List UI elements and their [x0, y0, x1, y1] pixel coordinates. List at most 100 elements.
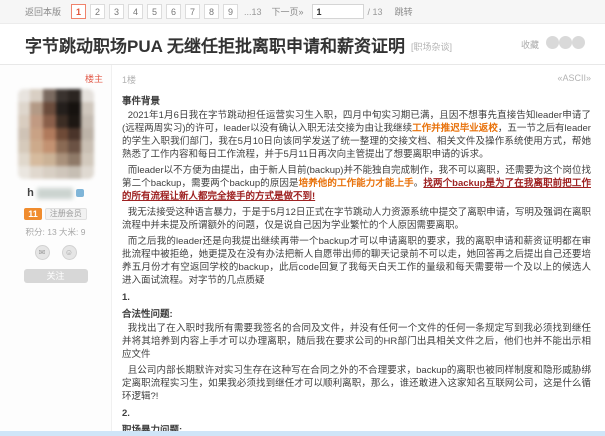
- floor-number: 1楼: [122, 73, 136, 86]
- avatar-pixel: [30, 102, 43, 115]
- avatar-pixel: [18, 128, 31, 141]
- thread-category-tag[interactable]: [职场杂谈]: [411, 40, 452, 53]
- avatar-pixel: [30, 166, 43, 179]
- username-blurred-text: [37, 188, 73, 199]
- avatar-pixel: [18, 115, 31, 128]
- post-heading: 事件背景: [122, 95, 591, 108]
- username-visible-text: h: [27, 187, 34, 199]
- post-paragraph: 我无法接受这种语言暴力，于是于5月12日正式在字节跳动人力资源系统中提交了离职申…: [122, 206, 591, 232]
- page-button-1[interactable]: 1: [71, 4, 86, 19]
- back-to-board-link[interactable]: 返回本版: [25, 5, 61, 18]
- avatar-pixel: [81, 128, 94, 141]
- avatar-pixel: [30, 115, 43, 128]
- post-paragraph: 且公司内部长期默许对实习生存在这种写在合同之外的不合理要求，backup的离职也…: [122, 364, 591, 403]
- avatar-pixel: [56, 166, 69, 179]
- add-friend-icon[interactable]: ☺: [62, 245, 77, 260]
- avatar-pixel: [56, 128, 69, 141]
- page-button-6[interactable]: 6: [166, 4, 181, 19]
- avatar-pixel: [56, 140, 69, 153]
- user-action-icons: ✉☺: [0, 245, 111, 260]
- avatar-pixel: [30, 89, 43, 102]
- avatar-pixel: [56, 89, 69, 102]
- avatar-pixel: [81, 89, 94, 102]
- page-button-8[interactable]: 8: [204, 4, 219, 19]
- post-text-segment: 2.: [122, 408, 130, 419]
- user-status-icon: [76, 189, 84, 197]
- avatar-pixel: [68, 140, 81, 153]
- page-jump-input[interactable]: [312, 4, 364, 19]
- post-text-segment: 我找出了在入职时我所有需要我签名的合同及文件，并没有任何一个文件的任何一条规定写…: [122, 323, 591, 360]
- post-text-segment: 1.: [122, 292, 130, 303]
- avatar-pixel: [56, 102, 69, 115]
- avatar-pixel: [43, 140, 56, 153]
- next-page-link[interactable]: 下一页»: [272, 5, 304, 18]
- user-stats: 积分: 13 大米: 9: [0, 226, 111, 238]
- post-paragraph: 2021年1月6日我在字节跳动担任运营实习生入职，四月中旬实习期已满，且因不想事…: [122, 109, 591, 161]
- avatar-pixel: [68, 153, 81, 166]
- title-row: 字节跳动职场PUA 无继任拒批离职申请和薪资证明 [职场杂谈] 收藏: [0, 24, 605, 64]
- avatar-pixel: [81, 115, 94, 128]
- page-button-2[interactable]: 2: [90, 4, 105, 19]
- page-button-4[interactable]: 4: [128, 4, 143, 19]
- avatar-pixel: [30, 128, 43, 141]
- avatar-pixel: [43, 128, 56, 141]
- bottom-highlight-strip: [0, 431, 605, 436]
- title-actions: 收藏: [521, 36, 585, 54]
- share-weibo-icon[interactable]: [559, 36, 572, 49]
- group-badge: 注册会员: [45, 208, 87, 220]
- message-icon[interactable]: ✉: [35, 245, 50, 260]
- jump-go-button[interactable]: 跳转: [395, 5, 413, 18]
- post-text-segment: 事件背景: [122, 96, 160, 107]
- avatar-pixel: [81, 166, 94, 179]
- post-heading: 1.: [122, 291, 591, 304]
- page-button-7[interactable]: 7: [185, 4, 200, 19]
- thread-owner-badge: 楼主: [85, 72, 103, 85]
- post-text-segment: 。: [414, 178, 424, 189]
- avatar-pixel: [81, 102, 94, 115]
- avatar-pixel: [18, 140, 31, 153]
- page-button-5[interactable]: 5: [147, 4, 162, 19]
- avatar-pixel: [30, 153, 43, 166]
- user-badges: 11 注册会员: [0, 208, 111, 220]
- pagination-bar: 返回本版 123456789 ...13 下一页» / 13 跳转: [0, 0, 605, 24]
- avatar-pixel: [56, 115, 69, 128]
- avatar-pixel: [18, 166, 31, 179]
- avatar-pixel: [18, 102, 31, 115]
- author-sidebar: 楼主 h 11 注册会员 积分: 13 大米: 9 ✉☺ 关注: [0, 65, 112, 436]
- post-text-segment: 我无法接受这种语言暴力，于是于5月12日正式在字节跳动人力资源系统中提交了离职申…: [122, 207, 591, 231]
- favorite-button[interactable]: 收藏: [521, 38, 539, 51]
- post-meta-link[interactable]: «ASCII»: [557, 73, 591, 86]
- post-panel: 楼主 h 11 注册会员 积分: 13 大米: 9 ✉☺ 关注 1楼 «ASCI…: [0, 64, 605, 436]
- avatar-pixel: [81, 153, 94, 166]
- avatar-pixel: [30, 140, 43, 153]
- avatar-pixel: [68, 128, 81, 141]
- post-heading: 合法性问题:: [122, 308, 591, 321]
- page-button-9[interactable]: 9: [223, 4, 238, 19]
- page-title: 字节跳动职场PUA 无继任拒批离职申请和薪资证明: [25, 32, 405, 57]
- avatar-pixel: [43, 89, 56, 102]
- share-icons: [546, 36, 585, 54]
- share-wechat-icon[interactable]: [546, 36, 559, 49]
- post-paragraph: 而之后我的leader还是向我提出继续再带一个backup才可以申请离职的要求，…: [122, 235, 591, 287]
- page-buttons: 123456789: [69, 4, 240, 19]
- avatar-pixel: [43, 115, 56, 128]
- page-button-3[interactable]: 3: [109, 4, 124, 19]
- post-text-segment: 合法性问题:: [122, 309, 173, 320]
- post-text-segment: 而之后我的leader还是向我提出继续再带一个backup才可以申请离职的要求，…: [122, 236, 591, 286]
- avatar-pixel: [43, 153, 56, 166]
- post-body: 事件背景 2021年1月6日我在字节跳动担任运营实习生入职，四月中旬实习期已满，且…: [122, 95, 591, 436]
- follow-button[interactable]: 关注: [24, 269, 88, 283]
- avatar-pixel: [68, 102, 81, 115]
- avatar-pixel: [18, 89, 31, 102]
- post-paragraph: 我找出了在入职时我所有需要我签名的合同及文件，并没有任何一个文件的任何一条规定写…: [122, 322, 591, 361]
- page-total-label: / 13: [368, 7, 383, 17]
- avatar[interactable]: [18, 89, 94, 179]
- avatar-pixel: [68, 166, 81, 179]
- avatar-pixel: [43, 102, 56, 115]
- username[interactable]: h: [0, 187, 111, 199]
- avatar-pixel: [68, 115, 81, 128]
- page-ellipsis[interactable]: ...13: [244, 7, 262, 17]
- post-content-header: 1楼 «ASCII»: [122, 73, 591, 86]
- post-text-segment: 且公司内部长期默许对实习生存在这种写在合同之外的不合理要求，backup的离职也…: [122, 365, 591, 402]
- share-qzone-icon[interactable]: [572, 36, 585, 49]
